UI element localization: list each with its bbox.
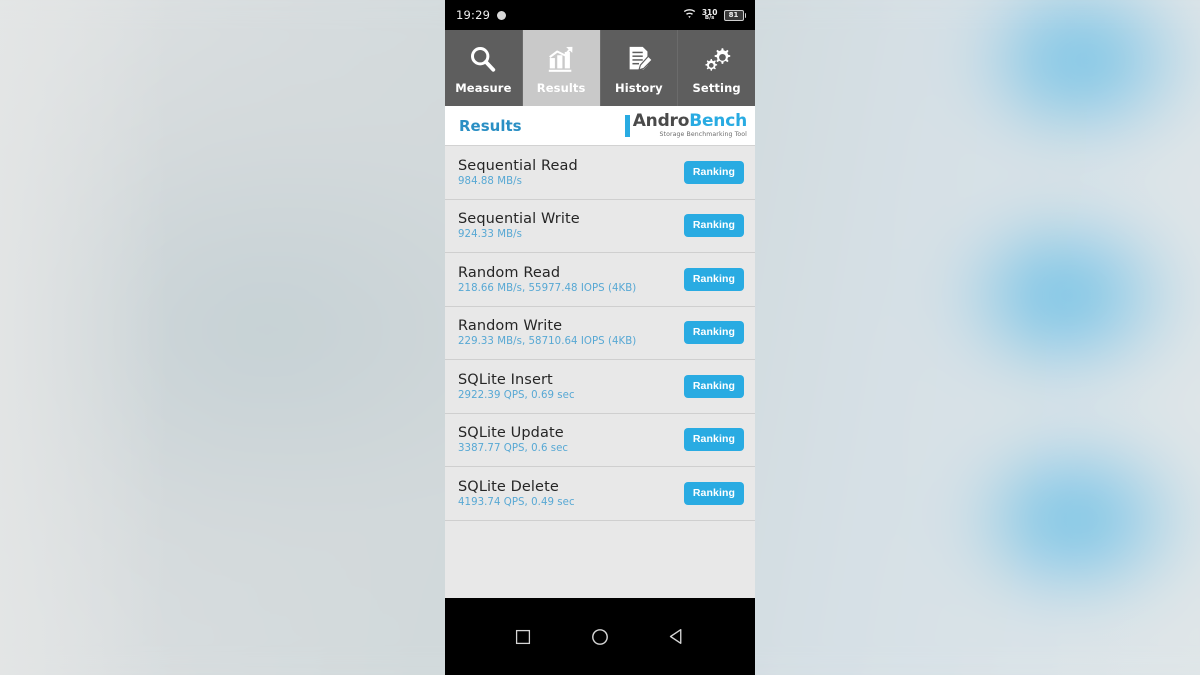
row-texts: Random Write 229.33 MB/s, 58710.64 IOPS …	[458, 318, 636, 347]
tab-setting[interactable]: Setting	[678, 30, 755, 106]
result-name: SQLite Delete	[458, 478, 559, 495]
result-name: Random Read	[458, 264, 561, 281]
document-pencil-icon	[624, 41, 654, 77]
page-title: Results	[459, 116, 522, 135]
ranking-button[interactable]: Ranking	[683, 267, 744, 291]
row-texts: SQLite Update 3387.77 QPS, 0.6 sec	[458, 425, 568, 454]
main-tab-bar: Measure Results History Setting	[445, 30, 755, 106]
tab-results[interactable]: Results	[522, 30, 601, 106]
status-bar: 19:29 310 B/s 81	[445, 0, 755, 30]
ranking-button[interactable]: Ranking	[683, 160, 744, 184]
tab-measure[interactable]: Measure	[445, 30, 523, 106]
table-row[interactable]: SQLite Update 3387.77 QPS, 0.6 sec Ranki…	[445, 414, 755, 467]
brand-word-andro: Andro	[632, 110, 690, 131]
brand-wordmark: AndroBench	[632, 110, 747, 131]
table-row[interactable]: Random Write 229.33 MB/s, 58710.64 IOPS …	[445, 307, 755, 360]
tab-measure-label: Measure	[455, 81, 512, 95]
result-value: 3387.77 QPS, 0.6 sec	[458, 443, 569, 455]
table-row[interactable]: Random Read 218.66 MB/s, 55977.48 IOPS (…	[445, 253, 755, 307]
androbench-logo: AndroBench Storage Benchmarking Tool	[624, 110, 747, 138]
ranking-button[interactable]: Ranking	[683, 374, 744, 398]
table-row[interactable]: Sequential Write 924.33 MB/s Ranking	[445, 200, 755, 253]
result-value: 229.33 MB/s, 58710.64 IOPS (4KB)	[458, 336, 637, 348]
result-name: Sequential Write	[458, 211, 580, 228]
network-speed-unit: B/s	[704, 15, 715, 21]
result-name: SQLite Insert	[458, 371, 553, 388]
status-bar-left: 19:29	[456, 8, 507, 22]
battery-level-text: 81	[723, 9, 744, 21]
row-texts: Sequential Write 924.33 MB/s	[458, 211, 580, 240]
list-empty-space	[445, 520, 755, 598]
result-value: 218.66 MB/s, 55977.48 IOPS (4KB)	[458, 282, 637, 294]
result-value: 2922.39 QPS, 0.69 sec	[458, 389, 575, 401]
ranking-button[interactable]: Ranking	[683, 481, 744, 505]
phone-screen: 19:29 310 B/s 81 Measure Results History…	[445, 0, 755, 675]
result-name: Sequential Read	[458, 157, 578, 174]
tab-setting-label: Setting	[692, 81, 741, 95]
ranking-button[interactable]: Ranking	[683, 321, 744, 345]
camera-punch-hole-icon	[497, 10, 507, 20]
android-navigation-bar	[445, 598, 755, 675]
ranking-button[interactable]: Ranking	[683, 214, 744, 238]
app-header: Results AndroBench Storage Benchmarking …	[445, 106, 755, 146]
triangle-back-icon[interactable]	[655, 615, 699, 659]
row-texts: SQLite Insert 2922.39 QPS, 0.69 sec	[458, 372, 575, 401]
results-list: Sequential Read 984.88 MB/s Ranking Sequ…	[445, 146, 755, 521]
row-texts: SQLite Delete 4193.74 QPS, 0.49 sec	[458, 479, 575, 508]
brand-word-bench: Bench	[689, 110, 747, 131]
tab-history[interactable]: History	[601, 30, 679, 106]
row-texts: Sequential Read 984.88 MB/s	[458, 158, 578, 187]
table-row[interactable]: SQLite Delete 4193.74 QPS, 0.49 sec Rank…	[445, 467, 755, 521]
status-bar-clock: 19:29	[456, 8, 491, 22]
result-name: SQLite Update	[458, 425, 564, 442]
screenshot-canvas: 19:29 310 B/s 81 Measure Results History…	[0, 0, 1200, 675]
circle-home-icon[interactable]	[578, 615, 622, 659]
gears-icon	[702, 41, 732, 77]
square-recents-icon[interactable]	[501, 615, 545, 659]
result-value: 4193.74 QPS, 0.49 sec	[458, 496, 575, 508]
battery-cap	[744, 12, 746, 18]
brand-tagline: Storage Benchmarking Tool	[659, 130, 747, 138]
results-content: Sequential Read 984.88 MB/s Ranking Sequ…	[445, 146, 755, 598]
wifi-icon	[683, 8, 696, 22]
battery-icon: 81	[723, 9, 746, 21]
row-texts: Random Read 218.66 MB/s, 55977.48 IOPS (…	[458, 265, 636, 294]
magnifier-icon	[468, 41, 498, 77]
ranking-button[interactable]: Ranking	[683, 428, 744, 452]
table-row[interactable]: SQLite Insert 2922.39 QPS, 0.69 sec Rank…	[445, 360, 755, 414]
network-speed-indicator: 310 B/s	[702, 8, 718, 22]
tab-history-label: History	[615, 81, 663, 95]
status-bar-right: 310 B/s 81	[683, 8, 746, 22]
table-row[interactable]: Sequential Read 984.88 MB/s Ranking	[445, 146, 755, 200]
brand-text: AndroBench Storage Benchmarking Tool	[632, 110, 747, 138]
result-value: 984.88 MB/s	[458, 175, 522, 187]
result-name: Random Write	[458, 318, 563, 335]
result-value: 924.33 MB/s	[458, 229, 522, 241]
bar-chart-icon	[546, 41, 576, 77]
brand-bar-icon	[624, 114, 630, 137]
tab-results-label: Results	[536, 81, 586, 95]
